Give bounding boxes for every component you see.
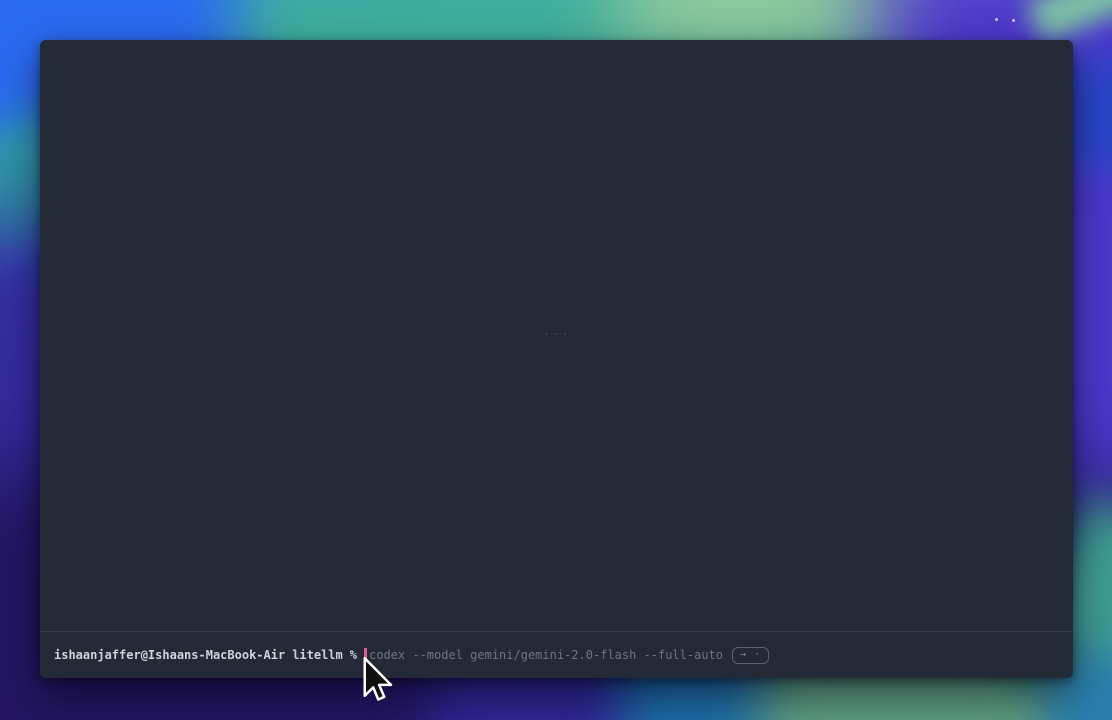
command-input-line[interactable]: ishaanjaffer@Ishaans-MacBook-Air litellm… xyxy=(40,632,1073,678)
prompt-user-host: ishaanjaffer@Ishaans-MacBook-Air xyxy=(54,648,285,662)
loading-ellipsis: ... xyxy=(543,324,571,338)
desktop: ... ishaanjaffer@Ishaans-MacBook-Air lit… xyxy=(0,0,1112,720)
terminal-output-area[interactable]: ... xyxy=(40,40,1073,631)
accept-suggestion-key-hint: → · xyxy=(732,647,769,664)
wallpaper-star-dot xyxy=(995,18,998,21)
prompt-directory: litellm xyxy=(292,648,343,662)
text-cursor-caret xyxy=(364,648,367,663)
terminal-window[interactable]: ... ishaanjaffer@Ishaans-MacBook-Air lit… xyxy=(40,40,1073,678)
prompt-symbol: % xyxy=(350,648,357,662)
command-autosuggestion: codex --model gemini/gemini-2.0-flash --… xyxy=(369,648,723,662)
wallpaper-star-dot xyxy=(1012,19,1015,22)
